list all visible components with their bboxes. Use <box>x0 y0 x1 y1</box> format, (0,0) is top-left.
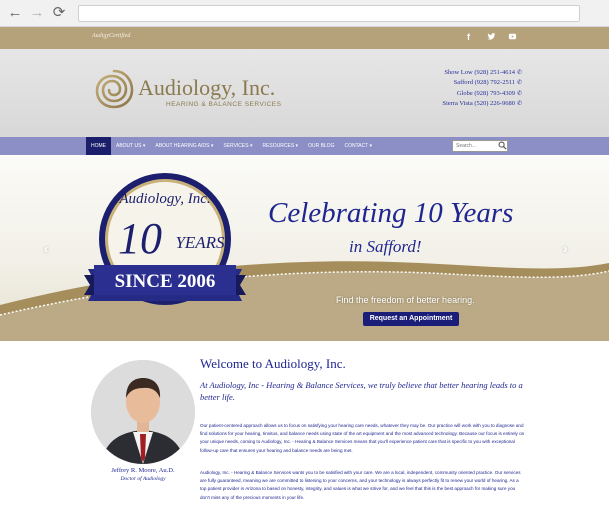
site-header: Audiology, Inc. HEARING & BALANCE SERVIC… <box>0 49 609 137</box>
office-phone-sierra-vista[interactable]: Sierra Vista (520) 226-9680 ✆ <box>420 99 522 109</box>
nav-our-blog[interactable]: OUR BLOG <box>303 137 339 155</box>
youtube-icon[interactable] <box>508 32 517 43</box>
hero-tagline: Find the freedom of better hearing. <box>336 295 475 305</box>
hero-banner: Audiology, Inc. 10 YEARS SINCE 2006 Cele… <box>0 155 609 341</box>
doctor-portrait <box>91 360 195 464</box>
phone-icon: ✆ <box>516 80 522 87</box>
back-arrow-icon[interactable]: ← <box>6 4 24 22</box>
ten-years-badge: Audiology, Inc. 10 YEARS SINCE 2006 <box>84 173 246 305</box>
phone-icon: ✆ <box>516 70 522 76</box>
badge-top-text: Audiology, Inc. <box>118 191 210 207</box>
welcome-heading: Welcome to Audiology, Inc. <box>200 356 346 371</box>
office-phone-safford[interactable]: Safford (928) 792-2511 ✆ <box>420 78 522 88</box>
logo-tagline: HEARING & BALANCE SERVICES <box>166 101 282 108</box>
carousel-prev-icon[interactable]: ‹ <box>44 241 48 256</box>
badge-number-text: 10 <box>118 214 162 263</box>
doctor-title: Doctor of Audiology <box>120 476 166 482</box>
main-nav: HOME ABOUT US ▾ ABOUT HEARING AIDS ▾ SER… <box>0 137 609 155</box>
top-bar: AudigyCertified f <box>0 27 609 49</box>
logo-name[interactable]: Audiology, Inc. <box>138 75 275 101</box>
browser-toolbar: ← → ⟳ <box>0 0 609 27</box>
body-paragraph-2: Audiology, Inc. - Hearing & Balance Serv… <box>200 470 521 500</box>
intro-text: At Audiology, Inc - Hearing & Balance Se… <box>200 380 523 402</box>
body-paragraph-1: Our patient-centered approach allows us … <box>200 423 525 453</box>
nav-resources[interactable]: RESOURCES ▾ <box>257 137 303 155</box>
request-appointment-button[interactable]: Request an Appointment <box>363 312 459 326</box>
reload-icon[interactable]: ⟳ <box>50 4 68 22</box>
badge-years-text: YEARS <box>175 233 225 252</box>
badge-since-text: SINCE 2006 <box>115 271 216 292</box>
nav-services[interactable]: SERVICES ▾ <box>218 137 257 155</box>
audigy-certified-logo: AudigyCertified <box>92 33 131 39</box>
hero-subtitle: in Safford! <box>349 237 422 256</box>
doctor-name: Jeffrey R. Moore, Au.D. <box>111 467 175 474</box>
carousel-next-icon[interactable]: › <box>563 241 567 256</box>
office-phone-show-low[interactable]: Show Low (928) 251-4614 ✆ <box>420 68 522 78</box>
facebook-icon[interactable]: f <box>467 32 470 42</box>
ear-swirl-logo-icon[interactable] <box>92 67 136 111</box>
nav-home[interactable]: HOME <box>86 137 111 155</box>
phone-icon: ✆ <box>516 101 522 108</box>
nav-about-us[interactable]: ABOUT US ▾ <box>111 137 150 155</box>
office-phone-list: Show Low (928) 251-4614 ✆ Safford (928) 7… <box>420 68 522 110</box>
hero-title: Celebrating 10 Years <box>268 197 514 229</box>
search-icon[interactable] <box>498 141 507 150</box>
address-bar[interactable] <box>78 5 580 22</box>
nav-contact[interactable]: CONTACT ▾ <box>339 137 377 155</box>
twitter-icon[interactable] <box>487 32 496 43</box>
phone-icon: ✆ <box>516 90 522 97</box>
nav-about-hearing-aids[interactable]: ABOUT HEARING AIDS ▾ <box>150 137 218 155</box>
forward-arrow-icon[interactable]: → <box>28 4 46 22</box>
office-phone-globe[interactable]: Globe (928) 793-4309 ✆ <box>420 89 522 99</box>
